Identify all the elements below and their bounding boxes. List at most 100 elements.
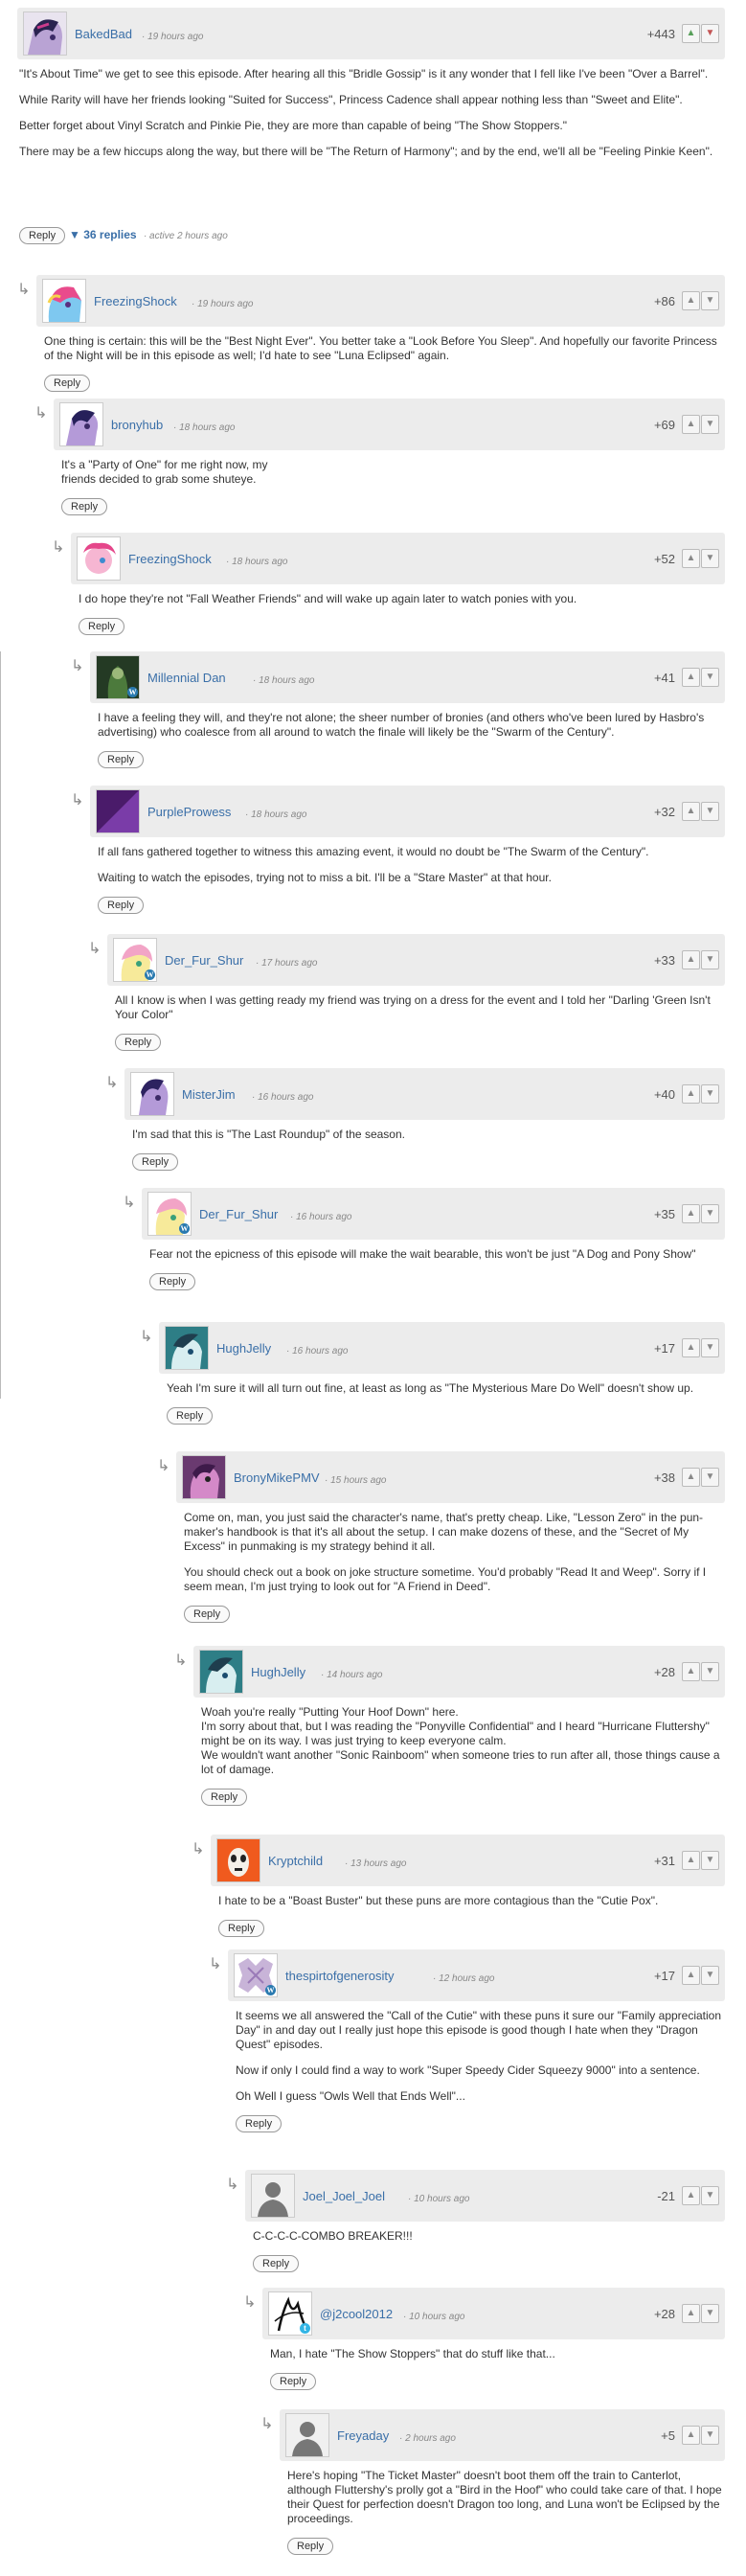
reply-button[interactable]: Reply	[115, 1034, 162, 1051]
comment-meta: · 10 hours ago	[408, 2194, 470, 2204]
thumbs-up-icon[interactable]: ▲	[682, 1084, 700, 1104]
thumbs-down-icon[interactable]: ▼	[701, 2426, 719, 2445]
thumbs-down-icon[interactable]: ▼	[701, 802, 719, 821]
thumbs-up-icon[interactable]: ▲	[682, 668, 700, 687]
thumbs-up-icon[interactable]: ▲	[682, 2426, 700, 2445]
reply-button[interactable]: Reply	[149, 1273, 196, 1290]
reply-button[interactable]: Reply	[61, 498, 108, 515]
reply-arrow-icon: ↳	[174, 1653, 188, 1669]
avatar[interactable]	[199, 1650, 243, 1694]
avatar[interactable]	[251, 2174, 295, 2218]
reply-arrow-icon: ↳	[157, 1458, 170, 1474]
comment-header: Joel_Joel_Joel · 10 hours ago -21 ▲ ▼	[245, 2170, 725, 2222]
reply-button[interactable]: Reply	[270, 2373, 317, 2390]
thumbs-up-icon[interactable]: ▲	[682, 1338, 700, 1357]
reply-button[interactable]: Reply	[19, 227, 66, 244]
thumbs-down-icon[interactable]: ▼	[701, 291, 719, 310]
reply-button[interactable]: Reply	[44, 375, 91, 392]
author-name[interactable]: Millennial Dan	[147, 671, 226, 685]
reply-button[interactable]: Reply	[98, 897, 145, 914]
thumbs-down-icon[interactable]: ▼	[701, 1338, 719, 1357]
author-name[interactable]: Joel_Joel_Joel	[303, 2189, 385, 2203]
author-name[interactable]: @j2cool2012	[320, 2307, 393, 2321]
thumbs-down-icon[interactable]: ▼	[701, 668, 719, 687]
comment-text: If all fans gathered together to witness…	[98, 845, 649, 858]
reply-button[interactable]: Reply	[253, 2255, 300, 2272]
avatar[interactable]	[59, 402, 103, 446]
score: +69	[653, 418, 675, 432]
avatar[interactable]	[130, 1072, 174, 1116]
reply-button[interactable]: Reply	[79, 618, 125, 635]
reply-button[interactable]: Reply	[218, 1920, 265, 1937]
thumbs-up-icon[interactable]: ▲	[682, 2304, 700, 2323]
thumbs-down-icon[interactable]: ▼	[701, 950, 719, 969]
thumbs-down-icon[interactable]: ▼	[701, 2186, 719, 2205]
avatar[interactable]: W	[96, 655, 140, 699]
reply-button[interactable]: Reply	[287, 2538, 334, 2555]
author-name[interactable]: Freyaday	[337, 2428, 389, 2443]
thumbs-down-icon[interactable]: ▼	[701, 549, 719, 568]
avatar[interactable]	[77, 536, 121, 581]
author-name[interactable]: HughJelly	[216, 1341, 271, 1356]
reply-button[interactable]: Reply	[132, 1153, 179, 1171]
avatar[interactable]	[216, 1838, 260, 1882]
avatar[interactable]	[285, 2413, 329, 2457]
thumbs-up-icon[interactable]: ▲	[682, 802, 700, 821]
avatar[interactable]: W	[147, 1192, 192, 1236]
thumbs-up-icon[interactable]: ▲	[682, 415, 700, 434]
avatar[interactable]: W	[234, 1953, 278, 1997]
avatar[interactable]	[42, 279, 86, 323]
thumbs-up-icon[interactable]: ▲	[682, 1662, 700, 1681]
comment-header: PurpleProwess · 18 hours ago +32 ▲ ▼	[90, 786, 725, 837]
reply-button[interactable]: Reply	[167, 1407, 214, 1425]
replies-count-link[interactable]: ▼ 36 replies	[69, 228, 137, 241]
thumbs-down-icon[interactable]: ▼	[701, 1468, 719, 1487]
reply-button[interactable]: Reply	[201, 1789, 248, 1806]
thumbs-up-icon[interactable]: ▲	[682, 549, 700, 568]
author-name[interactable]: thespirtofgenerosity	[285, 1969, 394, 1983]
avatar[interactable]	[165, 1326, 209, 1370]
author-name[interactable]: Kryptchild	[268, 1854, 323, 1868]
reply-button[interactable]: Reply	[98, 751, 145, 768]
thumbs-down-icon[interactable]: ▼	[701, 24, 719, 43]
comment-text: It's a "Party of One" for me right now, …	[61, 458, 268, 486]
author-name[interactable]: FreezingShock	[128, 552, 212, 566]
thumbs-up-icon[interactable]: ▲	[682, 24, 700, 43]
avatar[interactable]	[96, 789, 140, 833]
author-name[interactable]: HughJelly	[251, 1665, 305, 1679]
thumbs-up-icon[interactable]: ▲	[682, 2186, 700, 2205]
comment-text: I do hope they're not "Fall Weather Frie…	[79, 592, 577, 605]
thumbs-up-icon[interactable]: ▲	[682, 1468, 700, 1487]
author-name[interactable]: FreezingShock	[94, 294, 177, 308]
avatar[interactable]: W	[113, 938, 157, 982]
comment-header: W Der_Fur_Shur · 17 hours ago +33 ▲ ▼	[107, 934, 725, 986]
thumbs-up-icon[interactable]: ▲	[682, 1851, 700, 1870]
comment-header: FreezingShock · 18 hours ago +52 ▲ ▼	[71, 533, 725, 584]
thumbs-down-icon[interactable]: ▼	[701, 1662, 719, 1681]
thumbs-down-icon[interactable]: ▼	[701, 1966, 719, 1985]
author-name[interactable]: MisterJim	[182, 1087, 236, 1102]
reply-button[interactable]: Reply	[236, 2115, 283, 2132]
author-name[interactable]: PurpleProwess	[147, 805, 231, 819]
author-name[interactable]: Der_Fur_Shur	[199, 1207, 278, 1221]
avatar[interactable]: t	[268, 2291, 312, 2336]
thumbs-down-icon[interactable]: ▼	[701, 2304, 719, 2323]
thumbs-down-icon[interactable]: ▼	[701, 1204, 719, 1223]
thumbs-down-icon[interactable]: ▼	[701, 415, 719, 434]
thumbs-up-icon[interactable]: ▲	[682, 1204, 700, 1223]
thumbs-up-icon[interactable]: ▲	[682, 291, 700, 310]
author-name[interactable]: BakedBad	[75, 27, 132, 41]
thumbs-up-icon[interactable]: ▲	[682, 1966, 700, 1985]
reply-arrow-icon: ↳	[34, 405, 48, 422]
avatar[interactable]	[182, 1455, 226, 1499]
reply-button[interactable]: Reply	[184, 1606, 231, 1623]
thumbs-up-icon[interactable]: ▲	[682, 950, 700, 969]
author-name[interactable]: bronyhub	[111, 418, 163, 432]
avatar[interactable]	[23, 11, 67, 56]
thumbs-down-icon[interactable]: ▼	[701, 1084, 719, 1104]
comment-body: I do hope they're not "Fall Weather Frie…	[71, 584, 725, 635]
author-name[interactable]: Der_Fur_Shur	[165, 953, 243, 968]
author-name[interactable]: BronyMikePMV	[234, 1470, 320, 1485]
comment-header: W Der_Fur_Shur · 16 hours ago +35 ▲ ▼	[142, 1188, 725, 1240]
thumbs-down-icon[interactable]: ▼	[701, 1851, 719, 1870]
